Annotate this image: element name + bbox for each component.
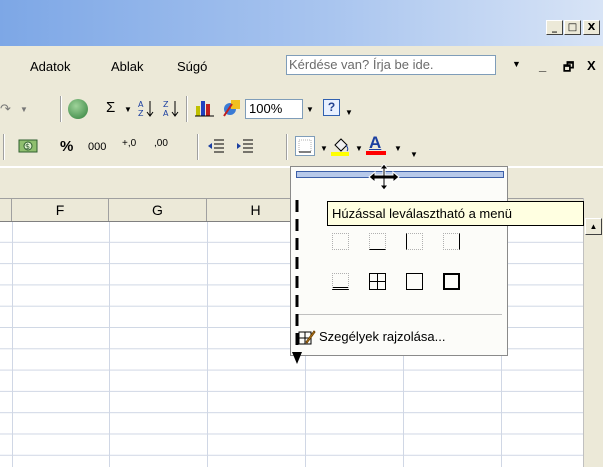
sort-ascending-icon[interactable]: AZ xyxy=(138,98,154,118)
increase-decimal-icon[interactable]: +,0 xyxy=(122,138,136,149)
help-dropdown-icon[interactable]: ▼ xyxy=(512,59,521,69)
redo-dropdown-icon[interactable]: ▼ xyxy=(20,105,28,114)
svg-text:Z: Z xyxy=(138,109,144,118)
bottom-double-border-icon[interactable] xyxy=(332,273,349,290)
toolbar-options-icon[interactable]: ▼ xyxy=(410,150,418,159)
hyperlink-icon[interactable] xyxy=(68,99,88,119)
move-cursor-icon xyxy=(366,163,402,191)
menu-sugo[interactable]: Súgó xyxy=(177,59,207,74)
all-borders-icon[interactable] xyxy=(369,273,386,290)
minimize-button[interactable]: _ xyxy=(546,20,563,35)
redo-icon[interactable]: ↷ xyxy=(0,101,11,117)
column-header-e[interactable] xyxy=(0,199,12,221)
draw-borders-label: Szegélyek rajzolása... xyxy=(319,329,446,344)
font-color-dropdown-icon[interactable]: ▼ xyxy=(394,144,402,153)
bottom-border-icon[interactable] xyxy=(369,233,386,250)
right-border-icon[interactable] xyxy=(443,233,460,250)
column-header-g[interactable]: G xyxy=(109,199,207,221)
help-search-input[interactable]: Kérdése van? Írja be ide. xyxy=(286,55,496,75)
left-border-icon[interactable] xyxy=(406,233,423,250)
help-icon[interactable]: ? xyxy=(323,99,340,116)
toolbar-options-icon[interactable]: ▼ xyxy=(345,108,353,117)
svg-text:A: A xyxy=(138,100,144,109)
svg-text:$: $ xyxy=(25,142,30,151)
menu-ablak[interactable]: Ablak xyxy=(111,59,144,74)
draw-borders-menu-item[interactable]: Szegélyek rajzolása... xyxy=(297,325,505,349)
decrease-indent-icon[interactable] xyxy=(207,137,225,155)
currency-icon[interactable]: $ xyxy=(18,136,40,156)
font-color-swatch xyxy=(366,151,386,155)
toolbar-separator xyxy=(197,134,199,160)
close-button[interactable]: X xyxy=(583,20,600,35)
no-border-icon[interactable] xyxy=(332,233,349,250)
menu-adatok[interactable]: Adatok xyxy=(30,59,70,74)
toolbar-separator xyxy=(3,134,5,160)
doc-restore-button[interactable]: 🗗 xyxy=(563,58,574,79)
outside-borders-icon[interactable] xyxy=(406,273,423,290)
sort-descending-icon[interactable]: ZA xyxy=(163,98,179,118)
svg-text:Z: Z xyxy=(163,100,169,109)
doc-close-button[interactable]: X xyxy=(587,58,596,73)
grid-column-line xyxy=(207,222,208,467)
borders-button[interactable] xyxy=(295,136,315,156)
thick-box-border-icon[interactable] xyxy=(443,273,460,290)
zoom-value: 100% xyxy=(249,101,283,116)
standard-toolbar: ↷ ▼ Σ ▼ AZ ZA 100% ▼ ? ▼ xyxy=(0,90,603,128)
grid-column-line xyxy=(12,222,13,467)
autosum-dropdown-icon[interactable]: ▼ xyxy=(124,105,132,114)
toolbar-separator xyxy=(60,96,62,122)
doc-minimize-button[interactable]: _ xyxy=(539,58,546,73)
svg-text:A: A xyxy=(163,109,169,118)
palette-separator xyxy=(298,314,502,315)
zoom-dropdown-icon[interactable]: ▼ xyxy=(306,105,314,114)
thousands-separator-icon[interactable]: 000 xyxy=(88,141,106,153)
borders-dropdown-icon[interactable]: ▼ xyxy=(320,144,328,153)
tooltip: Húzással leválasztható a menü xyxy=(327,201,584,226)
fill-color-dropdown-icon[interactable]: ▼ xyxy=(355,144,363,153)
fill-color-icon[interactable] xyxy=(331,135,351,157)
font-color-icon[interactable]: A xyxy=(366,133,388,157)
scroll-up-button[interactable]: ▲ xyxy=(585,218,602,235)
toolbar-separator xyxy=(186,96,188,122)
increase-indent-icon[interactable] xyxy=(236,137,254,155)
drawing-icon[interactable] xyxy=(222,98,242,118)
column-header-f[interactable]: F xyxy=(12,199,109,221)
chart-wizard-icon[interactable] xyxy=(194,98,216,118)
grid-column-line xyxy=(109,222,110,467)
title-bar: _ □ X xyxy=(0,0,603,46)
maximize-button[interactable]: □ xyxy=(564,20,581,35)
zoom-select[interactable]: 100% xyxy=(245,99,303,119)
formatting-toolbar: $ % 000 +,0 ,00 ▼ ▼ A ▼ ▼ xyxy=(0,128,603,166)
font-color-letter: A xyxy=(369,133,382,152)
autosum-icon[interactable]: Σ xyxy=(106,99,115,116)
drag-arrow-icon xyxy=(292,200,302,364)
vertical-scrollbar[interactable]: ▲ xyxy=(583,198,603,467)
percent-style-icon[interactable]: % xyxy=(60,138,73,155)
toolbar-separator xyxy=(286,134,288,160)
decrease-decimal-icon[interactable]: ,00 xyxy=(154,138,168,149)
